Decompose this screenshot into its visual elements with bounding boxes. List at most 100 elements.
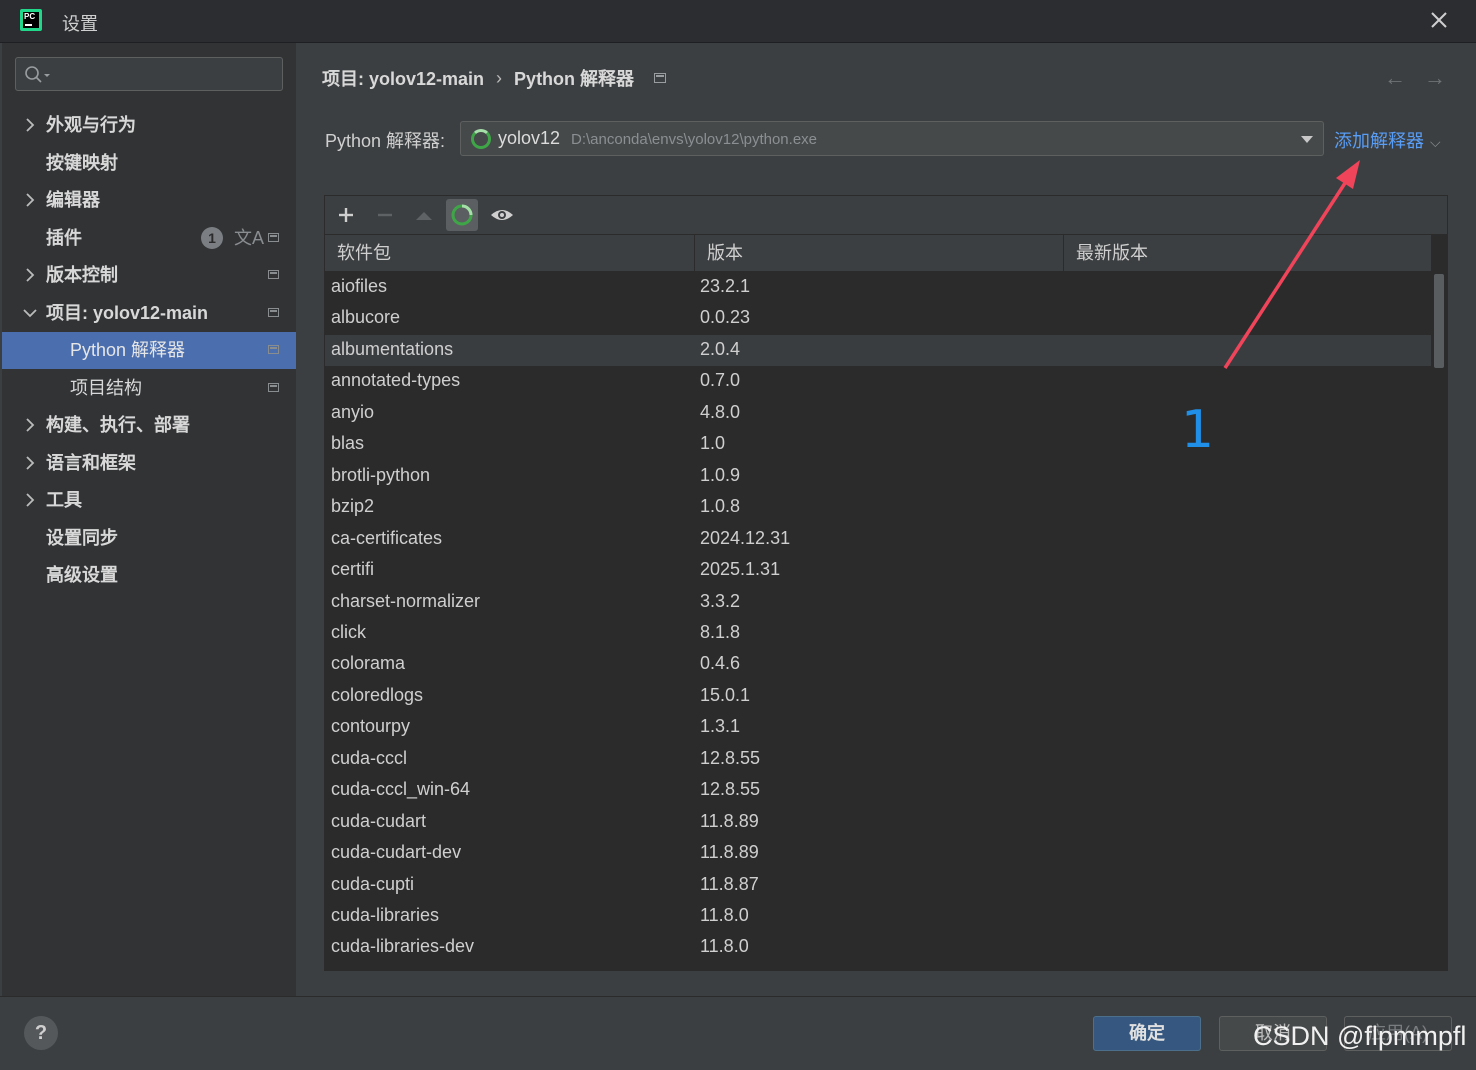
package-version-cell: 2025.1.31 [700,559,781,580]
back-arrow-icon[interactable]: ← [1384,65,1424,90]
add-interpreter-link[interactable]: 添加解释器 ⌵ [1334,127,1441,153]
table-row[interactable]: colorama 0.4.6 [325,649,1431,680]
package-name-cell: albumentations [331,338,454,359]
sidebar-item-plugins[interactable]: 插件 1 文A [2,220,296,257]
pycharm-logo-icon: PC [20,9,42,31]
add-package-button[interactable] [330,199,362,231]
table-row[interactable]: blas 1.0 [325,429,1431,460]
sidebar-item-keymap[interactable]: 按键映射 [2,145,296,182]
interpreter-select[interactable]: yolov12 D:\anconda\envs\yolov12\python.e… [460,121,1324,156]
package-name-cell: albucore [331,307,401,328]
table-row[interactable]: anyio 4.8.0 [325,398,1431,429]
package-version-cell: 11.8.89 [700,842,759,863]
forward-arrow-icon[interactable]: → [1424,65,1464,90]
upgrade-arrow-icon [416,212,432,220]
sidebar-item-label: 设置同步 [46,528,118,548]
table-row[interactable]: cuda-cudart-dev 11.8.89 [325,838,1431,869]
table-row[interactable]: certifi 2025.1.31 [325,555,1431,586]
package-version-cell: 11.8.0 [700,936,749,957]
package-version-cell: 2.0.4 [700,338,741,359]
table-row[interactable]: click 8.1.8 [325,618,1431,649]
table-row[interactable]: albucore 0.0.23 [325,303,1431,334]
close-icon[interactable] [1427,8,1451,32]
sidebar-item-build[interactable]: 构建、执行、部署 [2,407,296,444]
refresh-button[interactable] [446,199,478,231]
sidebar-item-editor[interactable]: 编辑器 [2,182,296,219]
sidebar-item-vcs[interactable]: 版本控制 [2,257,296,294]
package-name-cell: cuda-libraries [331,905,440,925]
table-row[interactable]: coloredlogs 15.0.1 [325,681,1431,712]
title-bar: PC 设置 [0,0,1476,43]
table-row[interactable]: cuda-libraries-dev 11.8.0 [325,932,1431,963]
package-name-cell: contourpy [331,716,411,737]
column-header-version[interactable]: 版本 [695,235,1064,271]
settings-sidebar: 外观与行为 按键映射 编辑器 插件 1 文A 版本控制 项目: yolov12-… [2,43,296,996]
package-version-cell: 1.3.1 [700,716,741,737]
package-version-cell: 11.8.89 [700,810,759,831]
sidebar-item-languages[interactable]: 语言和框架 [2,445,296,482]
sidebar-item-settings-sync[interactable]: 设置同步 [2,520,296,557]
package-name-cell: cuda-libraries-dev [331,936,475,957]
table-row[interactable]: ca-certificates 2024.12.31 [325,524,1431,555]
show-early-releases-button[interactable] [486,199,518,231]
dialog-footer: ? 确定 取消 应用(A) CSDN @flpmmpfl [0,996,1476,1070]
package-name-cell: click [331,621,366,642]
chevron-right-icon [26,418,35,432]
package-name-cell: charset-normalizer [331,590,481,611]
sidebar-item-project[interactable]: 项目: yolov12-main [2,295,296,332]
settings-search-input[interactable] [15,57,283,91]
table-scrollbar[interactable] [1433,272,1445,970]
table-row[interactable]: cuda-libraries 11.8.0 [325,901,1431,932]
table-row[interactable]: albumentations 2.0.4 [325,334,1431,366]
package-version-cell: 1.0.9 [700,464,741,485]
table-row[interactable]: cuda-cccl 12.8.55 [325,744,1431,775]
annotation-number: 1 [1181,400,1215,460]
table-row[interactable]: contourpy 1.3.1 [325,712,1431,743]
table-row[interactable]: cuda-cupti 11.8.87 [325,870,1431,901]
table-row[interactable]: charset-normalizer 3.3.2 [325,587,1431,618]
breadcrumb-separator: › [496,67,503,88]
package-name-cell: cuda-cccl_win-64 [331,779,471,800]
sidebar-item-advanced[interactable]: 高级设置 [2,557,296,594]
upgrade-package-button[interactable] [408,199,440,231]
package-name-cell: aiofiles [331,276,388,296]
chevron-right-icon [26,193,35,207]
table-row[interactable]: cuda-cudart 11.8.89 [325,807,1431,838]
remove-package-button[interactable] [369,199,401,231]
table-row[interactable]: aiofiles 23.2.1 [325,272,1431,303]
sidebar-item-label: 构建、执行、部署 [46,415,190,435]
ok-button[interactable]: 确定 [1093,1016,1201,1051]
table-row[interactable]: bzip2 1.0.8 [325,492,1431,523]
sidebar-item-project-structure[interactable]: 项目结构 [2,370,296,407]
loading-spinner-icon [451,204,473,226]
scrollbar-thumb[interactable] [1434,274,1444,368]
sidebar-item-appearance[interactable]: 外观与行为 [2,107,296,144]
csdn-watermark: CSDN @flpmmpfl [1253,1021,1467,1051]
help-button[interactable]: ? [24,1016,58,1050]
project-scope-icon [654,73,667,83]
package-name-cell: blas [331,433,365,454]
package-name-cell: cuda-cudart [331,810,427,831]
breadcrumb-project[interactable]: 项目: yolov12-main [322,69,484,89]
sidebar-item-label: 语言和框架 [46,453,136,473]
sidebar-item-label: 插件 [46,228,82,248]
package-version-cell: 11.8.0 [700,905,749,925]
sidebar-item-python-interpreter[interactable]: Python 解释器 [2,332,296,369]
package-version-cell: 12.8.55 [700,747,761,768]
sidebar-item-tools[interactable]: 工具 [2,482,296,519]
table-row[interactable]: cuda-cccl_win-64 12.8.55 [325,775,1431,806]
interpreter-label: Python 解释器: [325,131,446,151]
column-header-package[interactable]: 软件包 [325,235,695,271]
package-name-cell: brotli-python [331,464,431,485]
table-row[interactable]: brotli-python 1.0.9 [325,461,1431,492]
package-name-cell: cuda-cudart-dev [331,842,462,863]
sidebar-item-label: 版本控制 [46,265,118,285]
packages-table-header: 软件包 版本 最新版本 [325,235,1431,272]
package-name-cell: anyio [331,401,375,422]
table-row[interactable]: annotated-types 0.7.0 [325,366,1431,397]
eye-icon [491,210,513,220]
chevron-right-icon [26,118,35,132]
package-version-cell: 8.1.8 [700,621,741,642]
package-version-cell: 2024.12.31 [700,527,791,548]
column-header-latest[interactable]: 最新版本 [1064,235,1431,271]
